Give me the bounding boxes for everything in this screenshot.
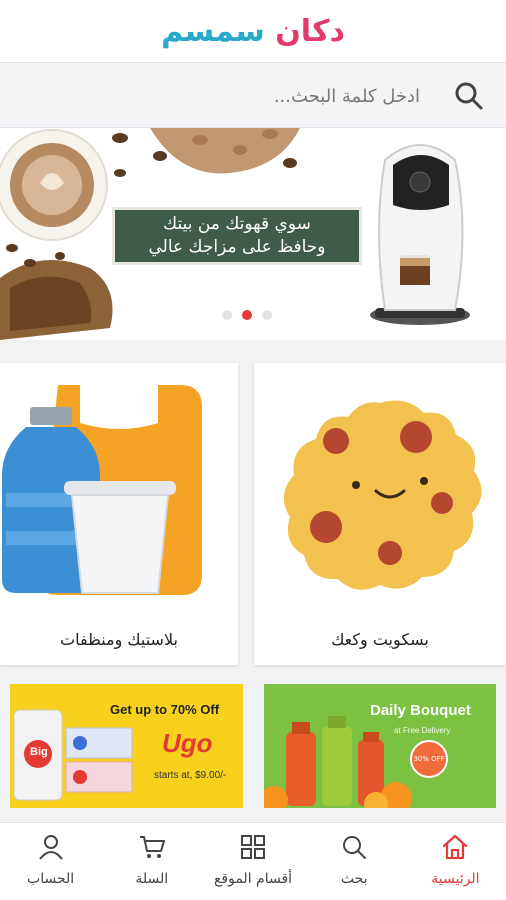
banner-pagination — [222, 310, 272, 320]
search-icon — [343, 836, 367, 859]
category-label: بلاستيك ومنظفات — [60, 630, 178, 649]
search-input[interactable] — [20, 75, 420, 117]
banner-line-1: سوي قهوتك من بيتك — [163, 214, 311, 234]
promo-ugo-price-note: starts at, $9.00/- — [154, 770, 227, 781]
banner-dot[interactable] — [222, 310, 232, 320]
promo-banner[interactable]: سوي قهوتك من بيتك وحافظ على مزاجك عالي — [0, 128, 506, 340]
discount-badge: 30% OFF — [410, 740, 448, 778]
nav-label: الرئيسية — [431, 871, 480, 887]
banner-dot-active[interactable] — [242, 310, 252, 320]
nav-label: أقسام الموقع — [213, 871, 293, 887]
product-label: Big — [30, 746, 48, 758]
nav-label: الحساب — [27, 871, 75, 887]
bottom-navigation: الرئيسية بحث أقسام الموقع السلة الحساب — [0, 822, 506, 900]
plastic-bottle-icon — [2, 385, 202, 595]
promo-ugo-brand: Ugo — [162, 728, 213, 758]
coffee-machine-image — [370, 144, 470, 325]
category-card-plastic[interactable]: بلاستيك ومنظفات — [0, 363, 238, 665]
nav-label: بحث — [340, 871, 368, 887]
user-icon — [38, 835, 63, 860]
grid-icon — [241, 835, 265, 859]
category-card-biscuits[interactable]: بسكويت وكعك — [254, 363, 506, 665]
nav-account[interactable]: الحساب — [0, 823, 101, 900]
app-logo[interactable]: دكان سمسم — [161, 14, 345, 49]
banner-dot[interactable] — [262, 310, 272, 320]
home-icon — [443, 834, 468, 860]
nav-label: السلة — [135, 871, 169, 887]
app-header: دكان سمسم — [0, 0, 506, 62]
nav-search[interactable]: بحث — [304, 823, 405, 900]
promo-ugo[interactable]: Get up to 70% Off Ugo starts at, $9.00/-… — [10, 684, 243, 808]
cart-icon — [139, 836, 165, 858]
juice-bottles-image — [264, 716, 412, 808]
banner-caption: سوي قهوتك من بيتك وحافظ على مزاجك عالي — [112, 207, 362, 265]
nav-home[interactable]: الرئيسية — [405, 823, 506, 900]
nav-categories[interactable]: أقسام الموقع — [202, 823, 303, 900]
cookie-icon — [283, 400, 482, 590]
banner-line-2: وحافظ على مزاجك عالي — [148, 237, 326, 257]
category-label: بسكويت وكعك — [331, 630, 429, 649]
search-bar — [0, 62, 506, 128]
search-icon[interactable] — [454, 81, 484, 111]
promo-daily-bouquet[interactable]: Daily Bouquet at Free Delivery 30% OFF — [264, 684, 496, 808]
nav-cart[interactable]: السلة — [101, 823, 202, 900]
